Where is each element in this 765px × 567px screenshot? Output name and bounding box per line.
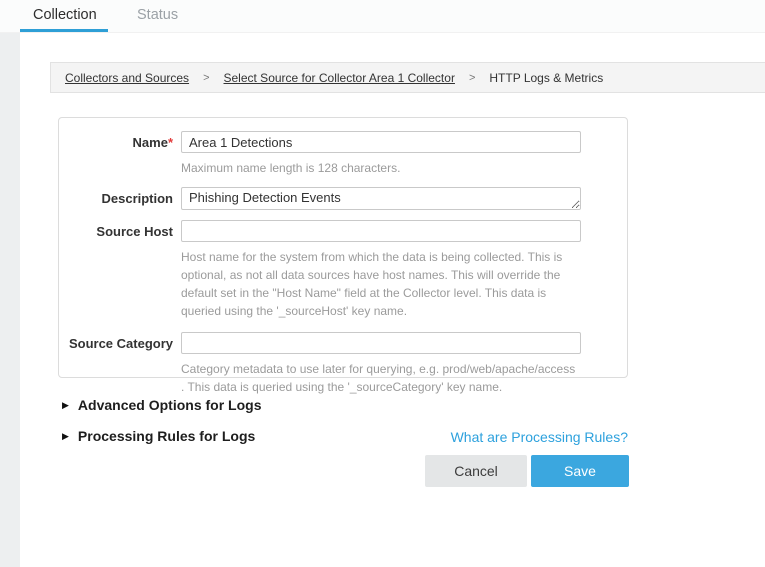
what-are-processing-rules-link[interactable]: What are Processing Rules? (451, 429, 628, 445)
name-row: Name* Maximum name length is 128 charact… (59, 131, 627, 177)
breadcrumb-current-page: HTTP Logs & Metrics (489, 71, 603, 85)
name-input[interactable] (181, 131, 581, 153)
source-host-input[interactable] (181, 220, 581, 242)
expand-triangle-icon: ▶ (62, 432, 69, 441)
description-input[interactable]: Phishing Detection Events (181, 187, 581, 210)
advanced-options-label: Advanced Options for Logs (78, 397, 262, 413)
name-help-text: Maximum name length is 128 characters. (181, 159, 581, 177)
source-host-row: Source Host Host name for the system fro… (59, 220, 627, 320)
breadcrumb-separator: > (469, 72, 475, 84)
tab-collection[interactable]: Collection (33, 7, 97, 23)
source-category-row: Source Category Category metadata to use… (59, 332, 627, 396)
required-asterisk: * (168, 135, 173, 150)
processing-rules-section-toggle[interactable]: ▶ Processing Rules for Logs (62, 428, 255, 444)
source-category-input[interactable] (181, 332, 581, 354)
left-gutter (0, 33, 20, 567)
processing-rules-label: Processing Rules for Logs (78, 428, 255, 444)
breadcrumb-select-source[interactable]: Select Source for Collector Area 1 Colle… (224, 71, 455, 85)
source-form-card: Name* Maximum name length is 128 charact… (58, 117, 628, 378)
source-config-page: Collection Status Collectors and Sources… (0, 0, 765, 567)
tab-bar: Collection Status (0, 0, 765, 33)
form-actions: Cancel Save (425, 455, 629, 487)
breadcrumb: Collectors and Sources > Select Source f… (50, 62, 765, 93)
description-label: Description (59, 187, 173, 206)
source-category-label: Source Category (59, 332, 173, 351)
cancel-button[interactable]: Cancel (425, 455, 527, 487)
advanced-options-section-toggle[interactable]: ▶ Advanced Options for Logs (62, 397, 262, 413)
name-label: Name* (59, 131, 173, 150)
expand-triangle-icon: ▶ (62, 401, 69, 410)
breadcrumb-separator: > (203, 72, 209, 84)
breadcrumb-collectors-and-sources[interactable]: Collectors and Sources (65, 71, 189, 85)
source-category-help-text: Category metadata to use later for query… (181, 360, 581, 396)
active-tab-underline (20, 29, 108, 32)
tab-status[interactable]: Status (137, 7, 178, 23)
source-host-label: Source Host (59, 220, 173, 239)
description-row: Description Phishing Detection Events (59, 187, 627, 210)
name-label-text: Name (133, 135, 168, 150)
save-button[interactable]: Save (531, 455, 629, 487)
source-host-help-text: Host name for the system from which the … (181, 248, 581, 320)
